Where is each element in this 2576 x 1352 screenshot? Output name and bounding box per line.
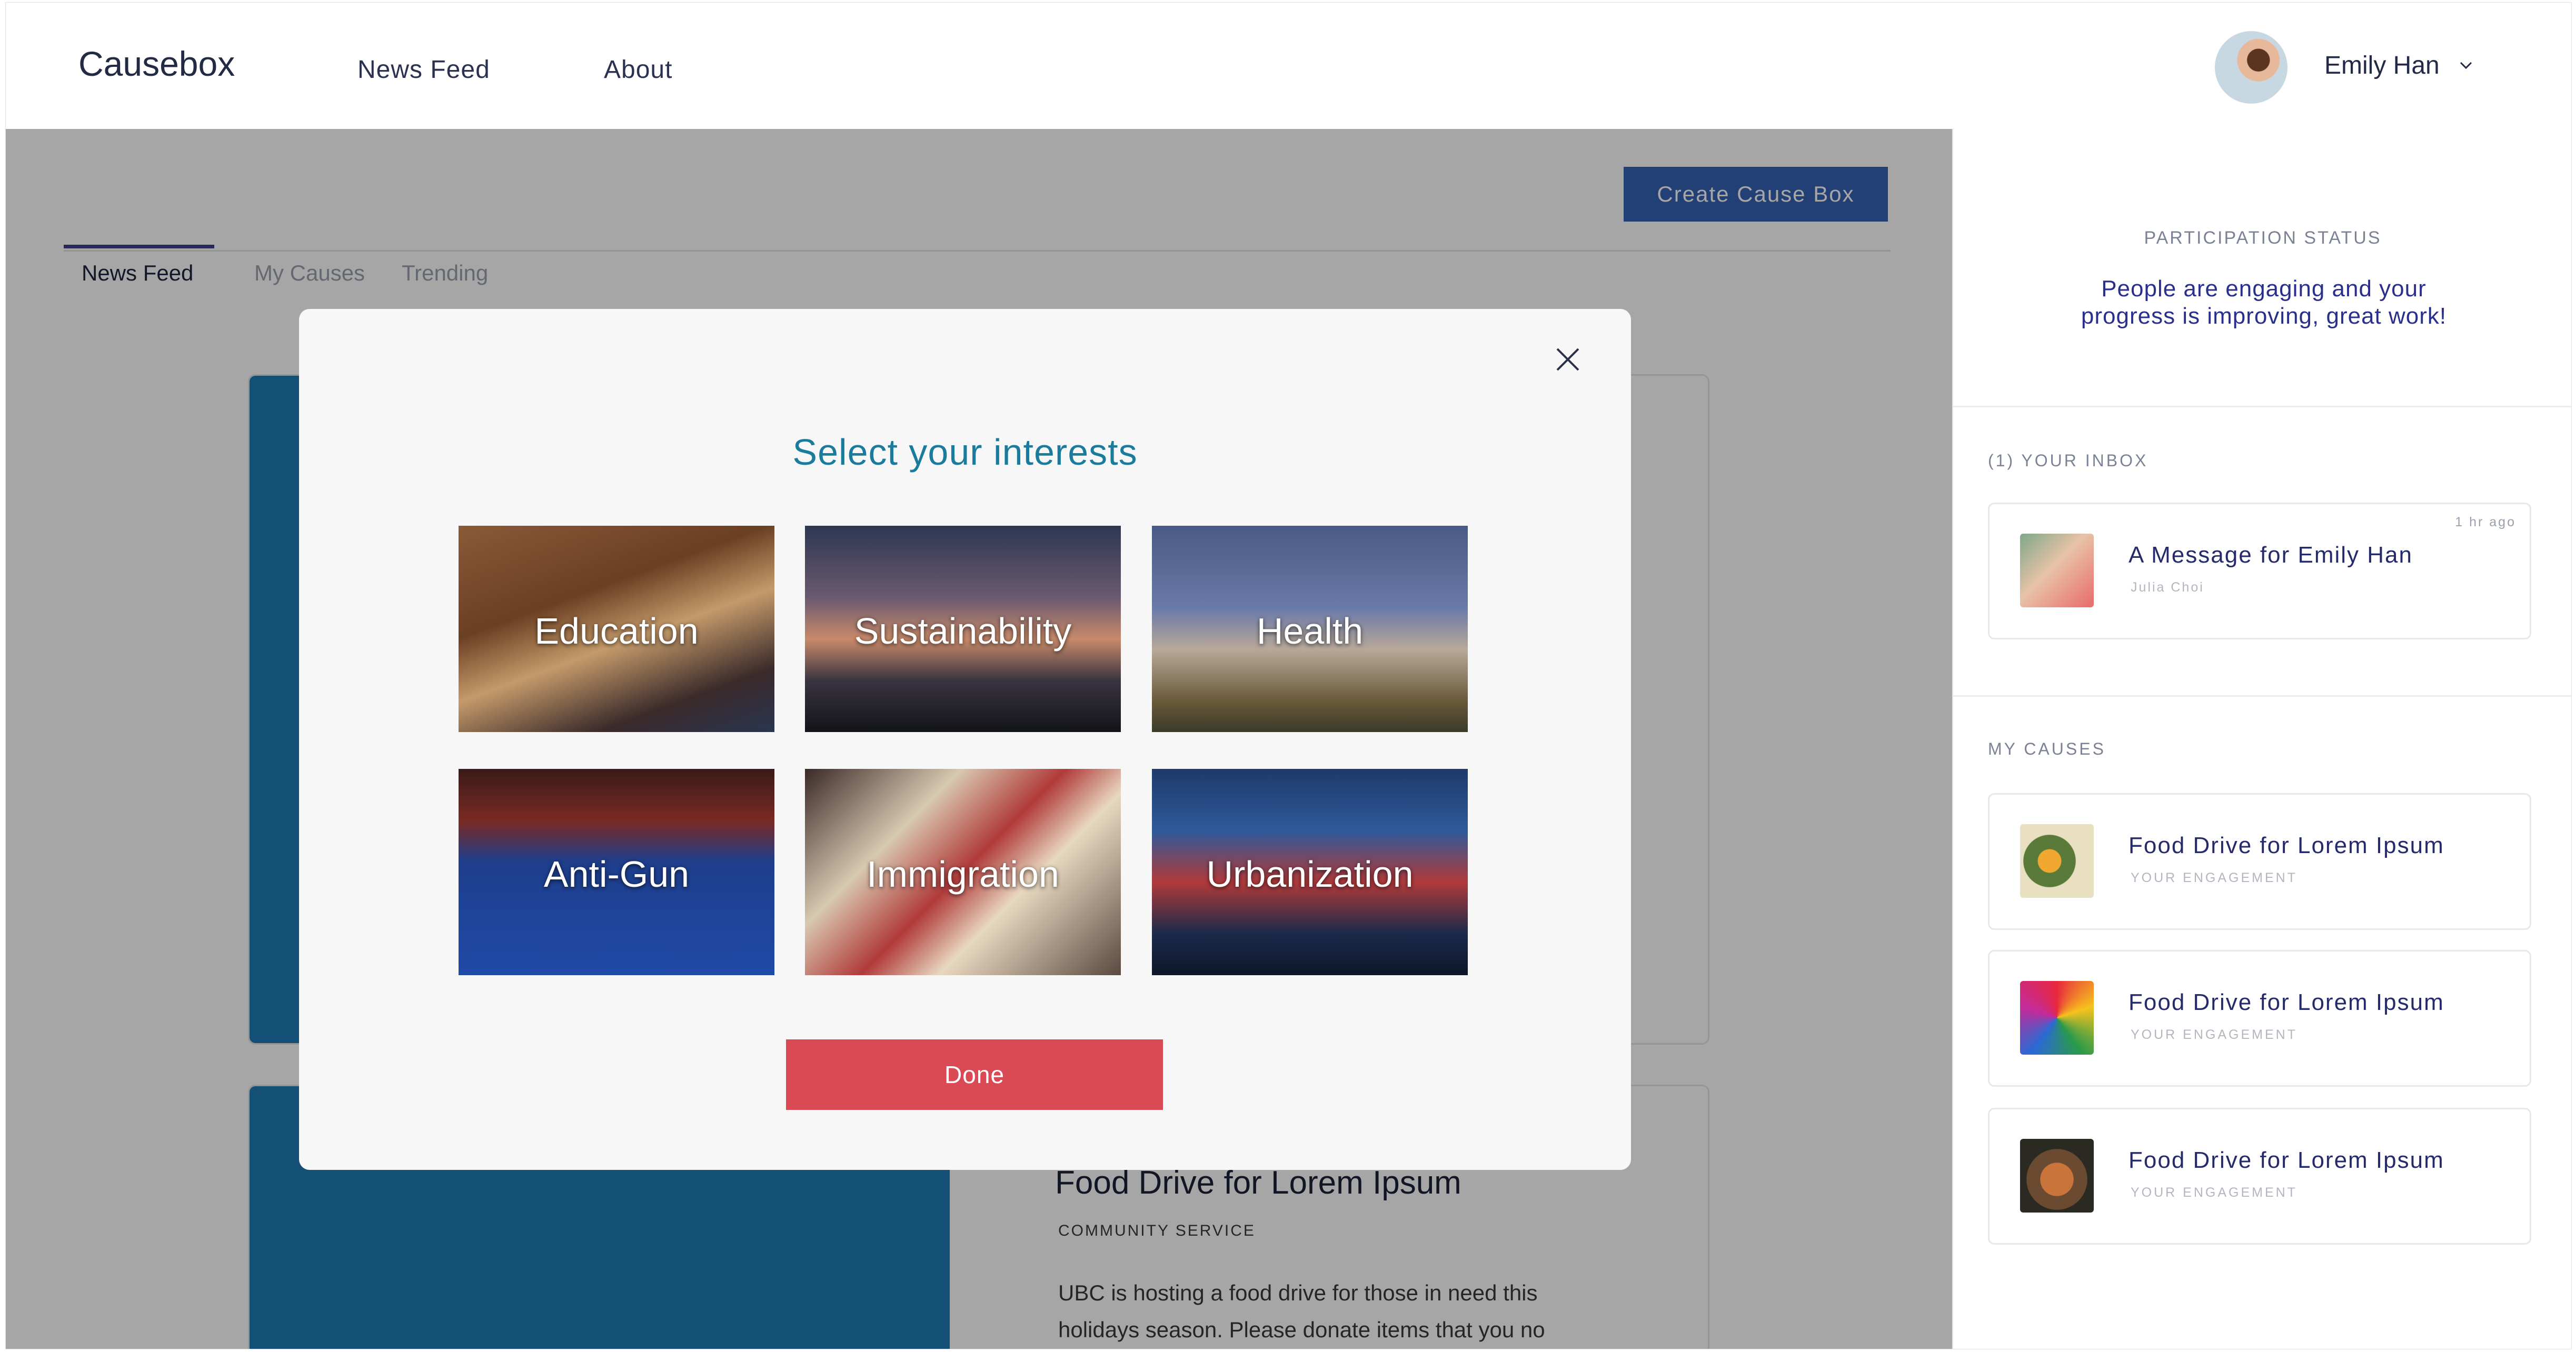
interest-label: Sustainability [854,610,1072,652]
interest-label: Education [534,610,699,652]
side-panel: PARTICIPATION STATUS People are engaging… [1952,129,2571,1349]
user-name[interactable]: Emily Han [2324,51,2440,80]
avatar[interactable] [2215,31,2287,104]
inbox-message-sender: Julia Choi [2131,580,2204,595]
my-cause-card[interactable]: Food Drive for Lorem Ipsum YOUR ENGAGEME… [1988,1108,2531,1245]
interests-modal: Select your interests Education Sustaina… [299,309,1631,1170]
inbox-message-time: 1 hr ago [2455,515,2516,529]
my-cause-card[interactable]: Food Drive for Lorem Ipsum YOUR ENGAGEME… [1988,950,2531,1087]
my-cause-card[interactable]: Food Drive for Lorem Ipsum YOUR ENGAGEME… [1988,793,2531,930]
cause-thumbnail [2020,824,2094,898]
done-button[interactable]: Done [786,1039,1163,1110]
close-icon[interactable] [1552,344,1584,375]
interest-label: Immigration [867,854,1059,895]
interest-label: Anti-Gun [543,854,690,895]
sender-avatar [2020,534,2094,607]
interest-tile-health[interactable]: Health [1152,526,1468,732]
participation-line: progress is improving, great work! [2081,303,2447,329]
nav-link-news-feed[interactable]: News Feed [357,55,490,84]
interest-label: Urbanization [1206,854,1414,895]
interest-tile-education[interactable]: Education [459,526,774,732]
participation-status-label: PARTICIPATION STATUS [2144,228,2382,248]
chevron-down-icon[interactable] [2459,58,2473,72]
nav-link-about[interactable]: About [604,55,672,84]
interest-label: Health [1256,610,1364,652]
interest-tile-urbanization[interactable]: Urbanization [1152,769,1468,975]
cause-thumbnail [2020,981,2094,1055]
app-window: Causebox News Feed About Emily Han News … [5,2,2572,1349]
interest-tile-sustainability[interactable]: Sustainability [805,526,1121,732]
inbox-message-card[interactable]: A Message for Emily Han Julia Choi 1 hr … [1988,503,2531,639]
interest-tile-immigration[interactable]: Immigration [805,769,1121,975]
inbox-message-title[interactable]: A Message for Emily Han [2129,542,2413,568]
modal-title: Select your interests [792,432,1138,473]
my-cause-title[interactable]: Food Drive for Lorem Ipsum [2129,1147,2444,1174]
divider [1953,695,2571,697]
my-cause-engagement: YOUR ENGAGEMENT [2131,1027,2297,1042]
interest-tile-anti-gun[interactable]: Anti-Gun [459,769,774,975]
my-causes-label: MY CAUSES [1988,739,2106,758]
participation-status-text: People are engaging and your progress is… [2016,275,2511,330]
divider [1953,406,2571,407]
brand-logo[interactable]: Causebox [78,44,235,84]
my-cause-engagement: YOUR ENGAGEMENT [2131,1185,2297,1200]
cause-thumbnail [2020,1139,2094,1213]
inbox-label: (1) YOUR INBOX [1988,451,2149,470]
my-cause-title[interactable]: Food Drive for Lorem Ipsum [2129,833,2444,859]
participation-line: People are engaging and your [2101,276,2426,302]
top-nav: Causebox News Feed About Emily Han [6,3,2571,130]
my-cause-title[interactable]: Food Drive for Lorem Ipsum [2129,989,2444,1016]
my-cause-engagement: YOUR ENGAGEMENT [2131,870,2297,885]
